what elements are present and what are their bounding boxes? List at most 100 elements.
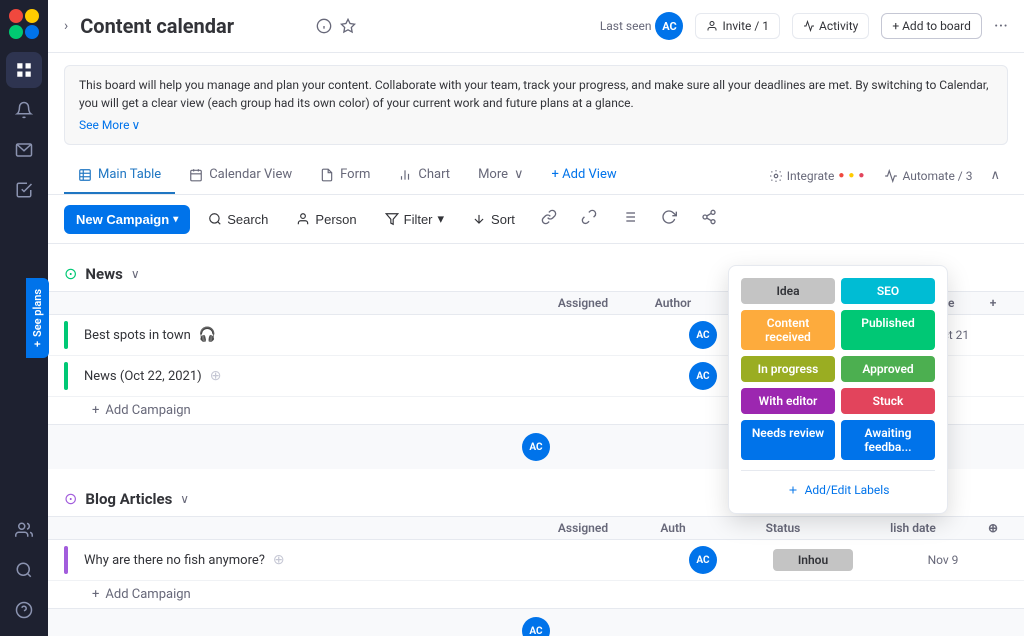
add-view-label: + Add View (552, 167, 617, 182)
add-to-board-button[interactable]: + Add to board (881, 13, 982, 39)
link-icon-button[interactable] (533, 203, 565, 235)
integrate-label: Integrate (787, 169, 835, 183)
status-option-content-received[interactable]: Content received (741, 310, 835, 350)
status-option-with-editor[interactable]: With editor (741, 388, 835, 414)
invite-button[interactable]: Invite / 1 (695, 13, 780, 39)
col-add-blog[interactable]: ⊕ (978, 521, 1008, 535)
group-footer-avatar: AC (522, 617, 550, 636)
news-group-icon: ⊙ (64, 264, 77, 283)
more-options-button[interactable]: ··· (994, 16, 1008, 37)
row-indicator (64, 321, 68, 349)
row-name-best-spots: Best spots in town 🎧 (64, 321, 568, 349)
status-option-published[interactable]: Published (841, 310, 935, 350)
col-add-news[interactable]: + (978, 296, 1008, 310)
sidebar-icon-question[interactable] (6, 592, 42, 628)
row-indicator (64, 546, 68, 574)
row-name-news-oct: News (Oct 22, 2021) ⊕ (64, 362, 568, 390)
tab-more[interactable]: More ∨ (464, 157, 537, 194)
search-button[interactable]: Search (198, 206, 278, 233)
see-plans-tab[interactable]: + See plans (26, 278, 49, 358)
share-icon-button[interactable] (693, 203, 725, 235)
tab-chart[interactable]: Chart (384, 157, 464, 194)
last-seen-avatar: AC (655, 12, 683, 40)
sort-button[interactable]: Sort (462, 206, 525, 233)
row-name-fish: Why are there no fish anymore? ⊕ (64, 546, 568, 574)
headphone-icon: 🎧 (199, 327, 216, 343)
header-actions: Last seen AC Invite / 1 Activity + Add t… (600, 12, 1008, 40)
dropdown-divider (741, 470, 935, 471)
page-title: Content calendar (80, 14, 308, 38)
view-tabs: Main Table Calendar View Form Chart More… (48, 157, 1024, 195)
info-icon[interactable] (316, 18, 332, 34)
status-option-stuck[interactable]: Stuck (841, 388, 935, 414)
description-box: This board will help you manage and plan… (64, 65, 1008, 145)
col-publish-blog: lish date (848, 521, 978, 535)
filter-button[interactable]: Filter ▾ (375, 205, 454, 233)
status-option-in-progress[interactable]: In progress (741, 356, 835, 382)
row-publish: Nov 9 (878, 553, 1008, 567)
blog-group-icon: ⊙ (64, 489, 77, 508)
avatar: AC (689, 362, 717, 390)
add-campaign-blog[interactable]: + Add Campaign (48, 581, 1024, 608)
description-text: This board will help you manage and plan… (79, 78, 989, 110)
status-inhou-badge[interactable]: Inhou (773, 549, 853, 571)
tab-main-table-label: Main Table (98, 167, 161, 182)
tab-calendar-view[interactable]: Calendar View (175, 157, 306, 194)
news-group-collapse[interactable]: ∨ (131, 267, 140, 281)
sidebar-icon-grid[interactable] (6, 52, 42, 88)
sort-label: Sort (491, 212, 515, 227)
sidebar-icon-mail[interactable] (6, 132, 42, 168)
last-seen-label: Last seen (600, 19, 652, 33)
status-options-grid: Idea SEO Content received Published In p… (741, 278, 935, 460)
col-status-blog: Status (718, 521, 848, 535)
avatar: AC (689, 546, 717, 574)
sidebar-icon-people[interactable] (6, 512, 42, 548)
sidebar-icon-check[interactable] (6, 172, 42, 208)
person-button[interactable]: Person (286, 206, 366, 233)
new-campaign-label: New Campaign (76, 212, 169, 227)
status-option-idea[interactable]: Idea (741, 278, 835, 304)
status-option-needs-review[interactable]: Needs review (741, 420, 835, 460)
automate-button[interactable]: Automate / 3 (874, 163, 982, 189)
add-circle-icon: ⊕ (210, 368, 222, 384)
integrate-button[interactable]: Integrate ● ● ● (759, 163, 875, 189)
col-author-news: Author (628, 296, 718, 310)
sidebar: + See plans (0, 0, 48, 636)
tab-chart-label: Chart (418, 167, 450, 182)
table-row: Why are there no fish anymore? ⊕ AC Inho… (48, 540, 1024, 581)
chevron-down-icon: ∨ (131, 116, 140, 134)
collapse-button[interactable]: › (64, 18, 68, 34)
blog-table-header: Assigned Auth Status lish date ⊕ (48, 516, 1024, 540)
row-indicator (64, 362, 68, 390)
tab-main-table[interactable]: Main Table (64, 157, 175, 194)
see-plans-label: See plans (31, 289, 44, 337)
see-more-button[interactable]: See More ∨ (79, 116, 140, 134)
sidebar-icon-bell[interactable] (6, 92, 42, 128)
last-seen: Last seen AC (600, 12, 684, 40)
refresh-icon-button[interactable] (653, 203, 685, 235)
add-circle-icon: ⊕ (273, 552, 285, 568)
blog-group-title: Blog Articles (85, 490, 172, 508)
add-edit-labels-text: Add/Edit Labels (805, 483, 890, 497)
status-option-approved[interactable]: Approved (841, 356, 935, 382)
add-view-button[interactable]: + Add View (538, 157, 631, 194)
status-option-awaiting-feedback[interactable]: Awaiting feedba... (841, 420, 935, 460)
rows-icon-button[interactable] (613, 203, 645, 235)
activity-button[interactable]: Activity (792, 13, 869, 39)
sidebar-bottom (6, 512, 42, 628)
add-edit-labels-button[interactable]: Add/Edit Labels (741, 479, 935, 501)
tab-calendar-label: Calendar View (209, 167, 292, 182)
status-option-seo[interactable]: SEO (841, 278, 935, 304)
star-icon[interactable] (340, 18, 356, 34)
search-label: Search (227, 212, 268, 227)
sidebar-icon-search[interactable] (6, 552, 42, 588)
new-campaign-button[interactable]: New Campaign ▾ (64, 205, 190, 234)
status-dropdown: Idea SEO Content received Published In p… (728, 265, 948, 514)
app-logo[interactable] (8, 8, 40, 40)
group-footer-avatar: AC (522, 433, 550, 461)
tab-form[interactable]: Form (306, 157, 384, 194)
chevron-down-icon: ∨ (514, 167, 524, 182)
collapse-view-button[interactable]: ∧ (982, 160, 1008, 191)
blog-group-collapse[interactable]: ∨ (180, 492, 189, 506)
unlink-icon-button[interactable] (573, 203, 605, 235)
